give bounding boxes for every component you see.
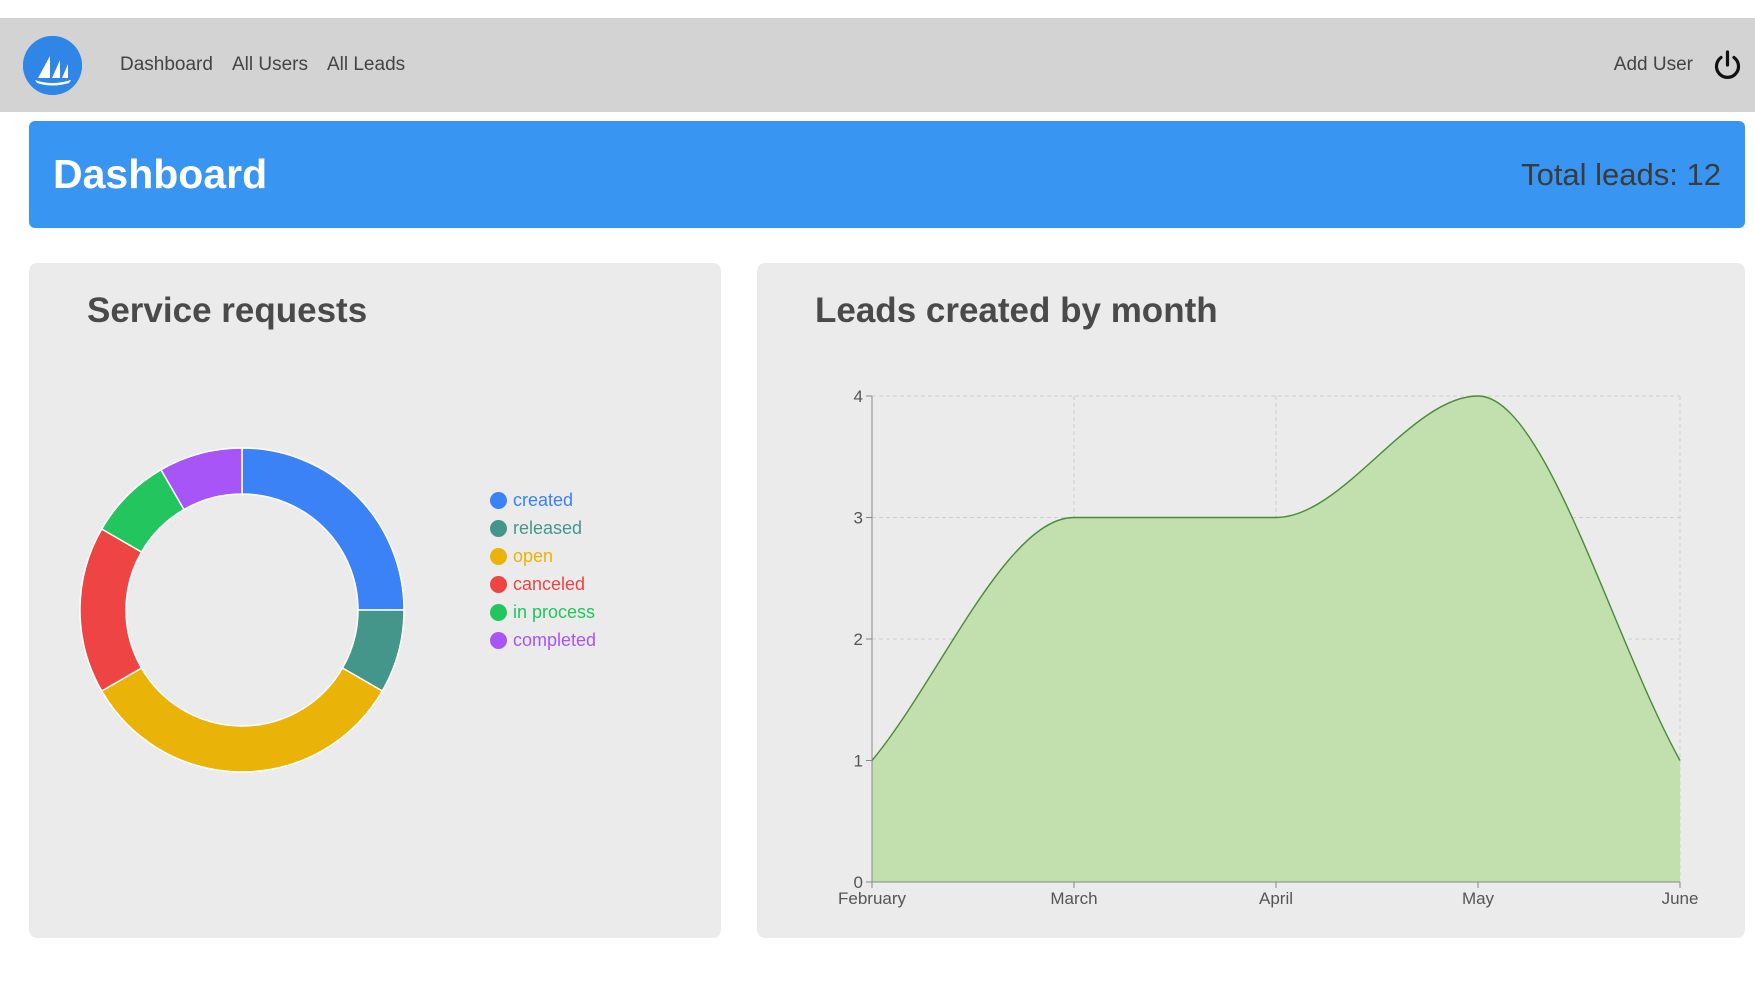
x-tick-label: February <box>838 889 907 908</box>
dashboard-header: Dashboard Total leads: 12 <box>29 121 1745 228</box>
nav-link-dashboard[interactable]: Dashboard <box>120 54 213 76</box>
x-tick-label: June <box>1662 889 1699 908</box>
y-tick-label: 3 <box>854 509 863 528</box>
legend-dot <box>490 603 507 621</box>
data-point-april[interactable] <box>1273 515 1279 521</box>
legend-label: in process <box>513 601 596 622</box>
page-title: Dashboard <box>53 151 268 197</box>
x-tick-label: May <box>1462 889 1495 908</box>
data-point-march[interactable] <box>1071 515 1077 521</box>
add-user-link[interactable]: Add User <box>1614 18 1693 112</box>
legend-item-canceled[interactable]: canceled <box>490 570 596 598</box>
legend-label: completed <box>513 629 597 650</box>
legend-label: released <box>513 517 583 538</box>
service-requests-card: Service requests created released open canc… <box>29 263 721 938</box>
service-requests-donut-chart <box>79 447 405 773</box>
leads-by-month-card: Leads created by month 0 1 2 3 4 February Marc… <box>757 263 1745 938</box>
legend-dot <box>490 631 507 649</box>
donut-slice-canceled[interactable] <box>79 527 143 693</box>
legend-item-released[interactable]: released <box>490 514 596 542</box>
top-navbar: Dashboard All Users All Leads Add User <box>0 18 1755 112</box>
legend-item-open[interactable]: open <box>490 542 596 570</box>
donut-slice-created[interactable] <box>241 447 405 611</box>
legend-label: canceled <box>513 573 586 594</box>
y-tick-label: 4 <box>854 387 863 406</box>
y-tick-label: 2 <box>854 630 863 649</box>
legend-item-in-process[interactable]: in process <box>490 598 596 626</box>
x-tick-label: March <box>1050 889 1097 908</box>
sailboat-logo-icon[interactable] <box>23 36 82 95</box>
legend-item-created[interactable]: created <box>490 486 596 514</box>
legend-item-completed[interactable]: completed <box>490 626 596 654</box>
data-point-may[interactable] <box>1475 393 1481 399</box>
legend-dot <box>490 547 507 565</box>
legend-dot <box>490 575 507 593</box>
legend-dot <box>490 491 507 509</box>
legend-label: created <box>513 489 574 510</box>
total-leads-count: Total leads: 12 <box>1521 157 1721 192</box>
nav-link-all-leads[interactable]: All Leads <box>327 54 405 76</box>
donut-slice-open[interactable] <box>100 666 384 773</box>
y-tick-label: 1 <box>854 752 863 771</box>
legend-label: open <box>513 545 554 566</box>
leads-area-chart: 01234February March April May June <box>838 387 1699 908</box>
x-tick-label: April <box>1259 889 1293 908</box>
nav-link-all-users[interactable]: All Users <box>232 54 308 76</box>
data-point-june[interactable] <box>1677 758 1683 764</box>
legend-dot <box>490 519 507 537</box>
power-icon[interactable] <box>1712 50 1743 81</box>
nav-links: Dashboard All Users All Leads <box>120 18 424 112</box>
donut-legend: created released open canceled in process com… <box>490 486 596 654</box>
